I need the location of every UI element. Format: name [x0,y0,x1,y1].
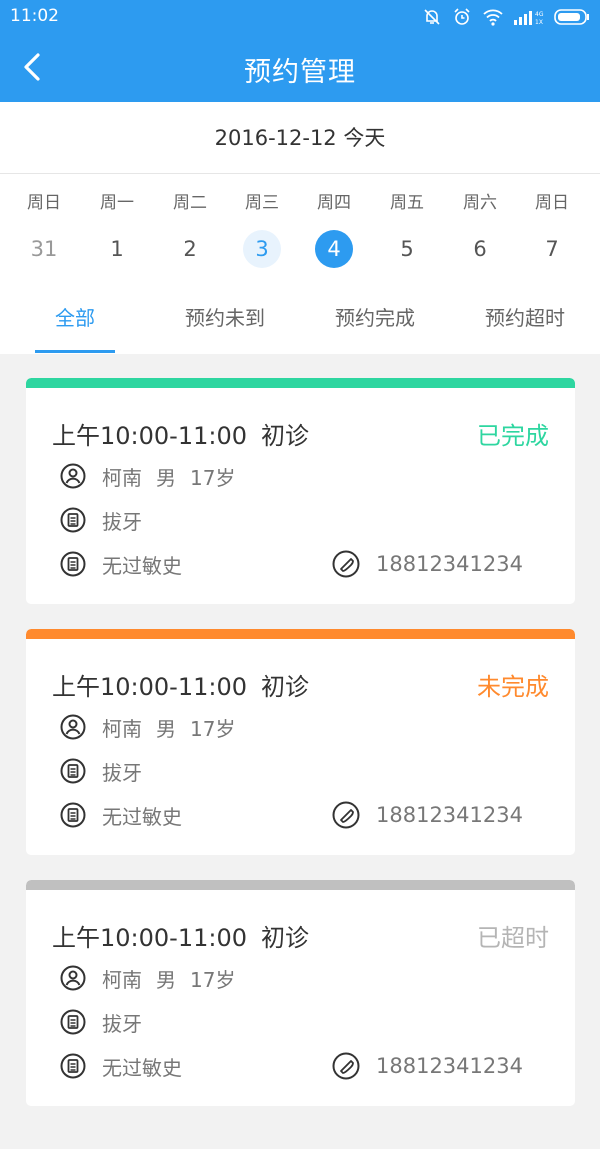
patient-info-row: 柯南 男 17岁 [60,712,235,742]
person-icon [60,463,86,489]
status-bar: 11:02 4G 1X [0,0,600,34]
svg-text:1X: 1X [535,19,543,26]
date-bar[interactable]: 2016-12-12 今天 [0,102,600,174]
patient-name: 柯南 [102,967,142,992]
day-cell[interactable]: 2 [171,230,209,268]
appointment-card[interactable]: 上午10:00-11:00 初诊 已完成 柯南 男 17岁 拔牙 无过敏史 188… [26,378,575,604]
appointment-card[interactable]: 上午10:00-11:00 初诊 未完成 柯南 男 17岁 拔牙 无过敏史 188… [26,629,575,855]
allergy-history: 无过敏史 [102,804,182,829]
today-label: 今天 [343,126,386,150]
allergy-row: 无过敏史 [60,549,182,579]
weekday-label: 周二 [173,193,207,213]
day-cell[interactable]: 5 [388,230,426,268]
treatment: 拔牙 [102,1011,142,1036]
allergy-history: 无过敏史 [102,1055,182,1080]
alarm-icon [454,8,470,25]
status-color-bar [26,629,575,639]
appointment-card[interactable]: 上午10:00-11:00 初诊 已超时 柯南 男 17岁 拔牙 无过敏史 188… [26,880,575,1106]
appointment-time-line: 上午10:00-11:00 初诊 [52,416,309,451]
patient-age: 17岁 [190,716,236,741]
phone-row[interactable]: 18812341234 [332,800,523,830]
signal-icon: 4G1X [514,11,544,26]
allergy-row: 无过敏史 [60,800,182,830]
clipboard-icon [60,802,86,828]
tab-not-arrived[interactable]: 预约未到 [170,302,280,334]
person-icon [60,965,86,991]
weekday-label: 周四 [317,193,351,213]
treatment-row: 拔牙 [60,756,142,786]
patient-gender: 男 [156,716,176,741]
mute-bell-icon [424,9,440,25]
day-cell[interactable]: 6 [461,230,499,268]
visit-type: 初诊 [261,924,309,952]
app-bar: 11:02 4G 1X 预约管理 [0,0,600,102]
appointment-time-line: 上午10:00-11:00 初诊 [52,667,309,702]
current-date: 2016-12-12 [214,126,337,150]
patient-name: 柯南 [102,465,142,490]
weekday-label: 周五 [390,193,424,213]
visit-type: 初诊 [261,422,309,450]
day-cell-today[interactable]: 3 [243,230,281,268]
appointment-time-line: 上午10:00-11:00 初诊 [52,918,309,953]
clipboard-icon [60,507,86,533]
status-badge: 已完成 [477,422,549,450]
weekday-label: 周日 [27,193,61,213]
tab-completed[interactable]: 预约完成 [320,302,430,334]
status-color-bar [26,378,575,388]
status-badge: 已超时 [477,924,549,952]
phone-row[interactable]: 18812341234 [332,1051,523,1081]
page-title: 预约管理 [244,57,356,88]
phone-row[interactable]: 18812341234 [332,549,523,579]
appointment-time: 上午10:00-11:00 [52,924,247,952]
clipboard-icon [60,1009,86,1035]
tab-all[interactable]: 全部 [25,302,125,334]
phone-number: 18812341234 [376,552,523,576]
week-selector: 周日 周一 周二 周三 周四 周五 周六 周日 31 1 2 3 4 5 6 7… [0,174,600,354]
wifi-icon [483,9,503,26]
person-icon [60,714,86,740]
appointment-time: 上午10:00-11:00 [52,673,247,701]
phone-number: 18812341234 [376,1054,523,1078]
patient-name: 柯南 [102,716,142,741]
patient-age: 17岁 [190,465,236,490]
treatment-row: 拔牙 [60,1007,142,1037]
status-icons: 4G 1X [422,6,590,28]
treatment: 拔牙 [102,760,142,785]
day-cell[interactable]: 31 [25,230,63,268]
status-color-bar [26,880,575,890]
weekday-label: 周三 [245,193,279,213]
appointment-time: 上午10:00-11:00 [52,422,247,450]
phone-icon [332,801,360,829]
phone-icon [332,550,360,578]
treatment: 拔牙 [102,509,142,534]
weekday-label: 周六 [463,193,497,213]
patient-info-row: 柯南 男 17岁 [60,963,235,993]
day-cell-selected[interactable]: 4 [315,230,353,268]
phone-number: 18812341234 [376,803,523,827]
weekday-label: 周一 [100,193,134,213]
tab-overdue[interactable]: 预约超时 [470,302,580,334]
allergy-history: 无过敏史 [102,553,182,578]
patient-age: 17岁 [190,967,236,992]
day-cell[interactable]: 1 [98,230,136,268]
patient-gender: 男 [156,465,176,490]
clipboard-icon [60,1053,86,1079]
patient-info-row: 柯南 男 17岁 [60,461,235,491]
visit-type: 初诊 [261,673,309,701]
active-tab-indicator [35,350,115,353]
phone-icon [332,1052,360,1080]
weekday-label: 周日 [535,193,569,213]
clipboard-icon [60,758,86,784]
svg-text:4G: 4G [535,11,544,18]
clipboard-icon [60,551,86,577]
status-time: 11:02 [10,6,59,26]
patient-gender: 男 [156,967,176,992]
status-badge: 未完成 [477,673,549,701]
day-cell[interactable]: 7 [533,230,571,268]
treatment-row: 拔牙 [60,505,142,535]
battery-icon [554,9,589,25]
allergy-row: 无过敏史 [60,1051,182,1081]
